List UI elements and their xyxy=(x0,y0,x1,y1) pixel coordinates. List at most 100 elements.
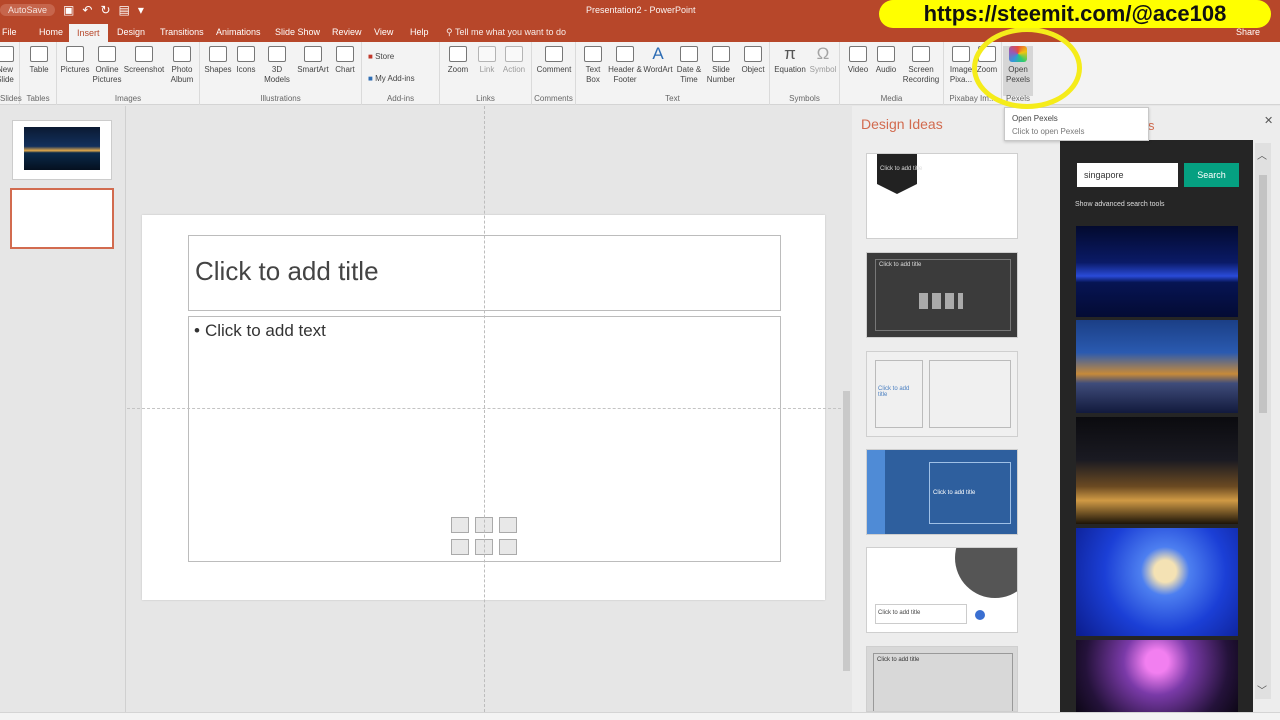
redo-icon[interactable]: ↻ xyxy=(100,3,110,17)
slide-thumbnail-1[interactable] xyxy=(12,120,112,180)
wordart-button[interactable]: A WordArt xyxy=(642,45,674,75)
design-idea-6[interactable]: Click to add title xyxy=(866,646,1018,712)
link-icon xyxy=(478,46,496,62)
ribbon: New Slide Slides Table Tables Pictures O… xyxy=(0,42,1280,105)
autosave-toggle[interactable]: AutoSave xyxy=(0,4,56,16)
shapes-button[interactable]: Shapes xyxy=(202,46,234,75)
design-idea-5[interactable]: Click to add title xyxy=(866,547,1018,633)
video-button[interactable]: Video xyxy=(844,46,872,75)
date-time-button[interactable]: Date & Time xyxy=(675,46,703,85)
store-button[interactable]: ■ Store xyxy=(368,52,394,62)
close-icon[interactable]: ✕ xyxy=(1264,114,1273,127)
city-skyline-image xyxy=(24,127,100,170)
design-idea-2[interactable]: Click to add title xyxy=(866,252,1018,338)
slide-number-button[interactable]: Slide Number xyxy=(704,46,738,85)
insert-smartart-icon[interactable] xyxy=(499,517,517,533)
editor-scrollbar[interactable] xyxy=(841,106,852,712)
header-footer-icon xyxy=(616,46,634,62)
zoom-button[interactable]: Zoom xyxy=(443,46,473,75)
slide-number-icon xyxy=(712,46,730,62)
audio-button[interactable]: Audio xyxy=(872,46,900,75)
slide-thumbnails-pane xyxy=(0,106,126,712)
action-button[interactable]: Action xyxy=(500,46,528,75)
addins-group: ■ Store ■ My Add-ins Add-ins xyxy=(362,42,440,105)
cube-icon xyxy=(268,46,286,62)
link-button[interactable]: Link xyxy=(473,46,501,75)
scroll-up-icon[interactable]: ︿ xyxy=(1257,147,1267,162)
advanced-search-link[interactable]: Show advanced search tools xyxy=(1075,201,1165,208)
smartart-button[interactable]: SmartArt xyxy=(295,46,331,75)
new-slide-button[interactable]: New Slide xyxy=(0,46,20,85)
design-ideas-title: Design Ideas xyxy=(861,116,943,132)
addins-icon: ■ xyxy=(368,74,376,83)
design-idea-4[interactable]: Click to add title xyxy=(866,449,1018,535)
tab-help[interactable]: Help xyxy=(404,26,435,38)
undo-icon[interactable]: ↶ xyxy=(82,3,92,17)
scroll-down-icon[interactable]: ﹀ xyxy=(1257,682,1267,697)
customize-qat-icon[interactable]: ▾ xyxy=(138,3,144,17)
screen-recording-icon xyxy=(912,46,930,62)
document-title: Presentation2 - PowerPoint xyxy=(586,5,696,15)
icons-icon xyxy=(237,46,255,62)
design-idea-3[interactable]: Click to add title xyxy=(866,351,1018,437)
object-button[interactable]: Object xyxy=(738,46,768,75)
tab-slide-show[interactable]: Slide Show xyxy=(269,26,326,38)
comment-button[interactable]: Comment xyxy=(534,46,574,75)
equation-button[interactable]: π Equation xyxy=(773,45,807,75)
vertical-guide xyxy=(484,106,485,712)
screen-recording-button[interactable]: Screen Recording xyxy=(900,46,942,85)
symbol-button[interactable]: Ω Symbol xyxy=(808,45,838,75)
slides-group: New Slide Slides xyxy=(0,42,22,105)
watermark-url: https://steemit.com/@ace108 xyxy=(879,0,1271,28)
insert-video-icon[interactable] xyxy=(499,539,517,555)
slide-editing-area: Click to add title • Click to add text xyxy=(127,106,841,712)
comment-icon xyxy=(545,46,563,62)
pexels-scrollbar-thumb[interactable] xyxy=(1259,175,1267,413)
pexels-search-panel: Search Show advanced search tools xyxy=(1060,140,1253,712)
tab-transitions[interactable]: Transitions xyxy=(154,26,210,38)
pictures-button[interactable]: Pictures xyxy=(60,46,90,75)
share-button[interactable]: Share xyxy=(1236,27,1260,37)
shapes-icon xyxy=(209,46,227,62)
scrollbar-thumb[interactable] xyxy=(843,391,850,671)
screenshot-button[interactable]: Screenshot xyxy=(123,46,165,75)
tell-me-search[interactable]: ⚲ Tell me what you want to do xyxy=(446,27,566,38)
pexels-search-button[interactable]: Search xyxy=(1184,163,1239,187)
pexels-search-input[interactable] xyxy=(1077,163,1178,187)
save-icon[interactable]: ▣ xyxy=(63,3,74,17)
lightbulb-icon: ⚲ xyxy=(446,27,455,37)
tab-insert[interactable]: Insert xyxy=(69,24,108,42)
search-result-photo-4[interactable] xyxy=(1076,528,1238,636)
online-pictures-button[interactable]: Online Pictures xyxy=(92,46,122,85)
symbols-group: π Equation Ω Symbol Symbols xyxy=(770,42,840,105)
present-icon[interactable]: ▤ xyxy=(119,3,130,17)
search-result-photo-2[interactable] xyxy=(1076,320,1238,413)
search-result-photo-3[interactable] xyxy=(1076,417,1238,524)
tab-view[interactable]: View xyxy=(368,26,399,38)
tab-design[interactable]: Design xyxy=(111,26,151,38)
tab-animations[interactable]: Animations xyxy=(210,26,267,38)
tab-file[interactable]: File xyxy=(0,26,23,38)
design-idea-1[interactable]: Click to add title xyxy=(866,153,1018,239)
photo-album-button[interactable]: Photo Album xyxy=(167,46,197,85)
insert-picture-icon[interactable] xyxy=(451,539,469,555)
pexels-scrollbar[interactable]: ︿ ﹀ xyxy=(1255,143,1271,699)
my-addins-button[interactable]: ■ My Add-ins xyxy=(368,74,415,84)
media-group: Video Audio Screen Recording Media xyxy=(840,42,944,105)
3d-models-button[interactable]: 3D Models xyxy=(260,46,294,85)
slide-thumbnail-2[interactable] xyxy=(10,188,114,249)
tab-home[interactable]: Home xyxy=(33,26,69,38)
header-footer-button[interactable]: Header & Footer xyxy=(608,46,642,85)
search-result-photo-1[interactable] xyxy=(1076,226,1238,317)
icons-button[interactable]: Icons xyxy=(232,46,260,75)
table-button[interactable]: Table xyxy=(24,46,54,75)
insert-table-icon[interactable] xyxy=(451,517,469,533)
table-icon xyxy=(30,46,48,62)
blue-dot-shape xyxy=(975,610,985,620)
search-result-photo-5[interactable] xyxy=(1076,640,1238,712)
open-pexels-tooltip: Open Pexels Click to open Pexels xyxy=(1004,107,1149,141)
text-box-button[interactable]: Text Box xyxy=(580,46,606,85)
chart-button[interactable]: Chart xyxy=(331,46,359,75)
chart-icon xyxy=(336,46,354,62)
tab-review[interactable]: Review xyxy=(326,26,368,38)
